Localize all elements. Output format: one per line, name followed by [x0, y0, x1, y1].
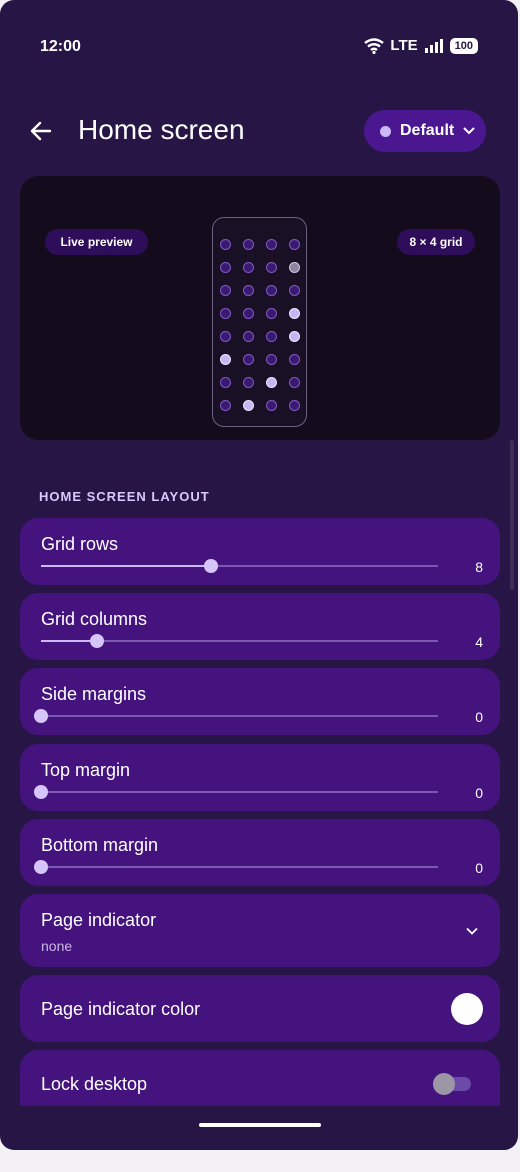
preview-app-icon: [289, 377, 300, 388]
live-preview-badge: Live preview: [45, 229, 148, 255]
preview-app-icon: [243, 262, 254, 273]
page-indicator-setting[interactable]: Page indicator none: [20, 894, 500, 967]
section-title: HOME SCREEN LAYOUT: [39, 489, 210, 504]
preview-phone: [212, 217, 307, 427]
grid-rows-slider[interactable]: [41, 559, 438, 573]
profile-dropdown-button[interactable]: Default: [364, 110, 486, 152]
preview-app-icon: [220, 262, 231, 273]
grid-rows-setting[interactable]: Grid rows 8: [20, 518, 500, 585]
side-margins-value: 0: [475, 709, 483, 725]
live-preview-panel: Live preview 8 × 4 grid: [20, 176, 500, 440]
preview-app-icon: [220, 308, 231, 319]
preview-app-icon: [243, 400, 254, 411]
preview-app-icon: [266, 285, 277, 296]
phone-screen: 12:00 LTE 100 Home screen Default Live p…: [0, 0, 518, 1150]
home-indicator[interactable]: [199, 1123, 321, 1127]
preview-app-icon: [266, 239, 277, 250]
grid-rows-slider-thumb[interactable]: [204, 559, 218, 573]
grid-rows-slider-fill: [41, 565, 211, 567]
profile-label: Default: [400, 122, 455, 139]
top-margin-setting[interactable]: Top margin 0: [20, 744, 500, 811]
grid-rows-label: Grid rows: [41, 534, 119, 554]
preview-app-icon: [266, 400, 277, 411]
top-margin-slider[interactable]: [34, 785, 438, 799]
chevron-down-icon: [466, 927, 478, 935]
preview-app-icon: [289, 308, 300, 319]
preview-app-icon: [266, 354, 277, 365]
lock-desktop-toggle-thumb: [433, 1073, 455, 1095]
preview-app-icon: [289, 262, 300, 273]
bottom-margin-setting[interactable]: Bottom margin 0: [20, 819, 500, 886]
grid-columns-label: Grid columns: [41, 609, 148, 629]
color-swatch[interactable]: [451, 993, 483, 1025]
lock-desktop-toggle[interactable]: [433, 1073, 471, 1095]
battery-icon: 100: [449, 37, 478, 54]
preview-app-icon: [220, 331, 231, 342]
back-arrow-icon[interactable]: [28, 118, 54, 144]
preview-app-icon: [243, 331, 254, 342]
lock-desktop-label: Lock desktop: [41, 1074, 148, 1094]
profile-dot-icon: [380, 125, 391, 137]
bottom-margin-slider-thumb[interactable]: [34, 860, 48, 874]
status-time: 12:00: [40, 38, 81, 55]
preview-app-icon: [243, 354, 254, 365]
preview-app-icon: [289, 285, 300, 296]
grid-columns-setting[interactable]: Grid columns 4: [20, 593, 500, 660]
side-margins-label: Side margins: [41, 684, 147, 704]
network-label: LTE: [390, 37, 418, 54]
grid-columns-slider-thumb[interactable]: [90, 634, 104, 648]
preview-app-icon: [220, 354, 231, 365]
preview-app-icon: [266, 377, 277, 388]
page-title: Home screen: [78, 114, 245, 145]
signal-icon: [424, 38, 443, 53]
bottom-margin-slider[interactable]: [34, 860, 438, 874]
preview-app-icon: [243, 377, 254, 388]
top-margin-label: Top margin: [41, 760, 131, 780]
grid-size-badge: 8 × 4 grid: [397, 229, 475, 255]
scrollbar[interactable]: [510, 440, 514, 590]
bottom-margin-label: Bottom margin: [41, 835, 159, 855]
chevron-down-icon: [463, 127, 475, 135]
preview-app-icon: [243, 308, 254, 319]
preview-app-icon: [266, 262, 277, 273]
preview-app-icon: [266, 331, 277, 342]
preview-app-icon: [243, 285, 254, 296]
preview-app-icon: [243, 239, 254, 250]
wifi-icon: [364, 37, 385, 54]
preview-app-icon: [289, 354, 300, 365]
preview-app-icon: [266, 308, 277, 319]
preview-app-icon: [220, 377, 231, 388]
page-indicator-color-setting[interactable]: Page indicator color: [20, 975, 500, 1042]
side-margins-slider[interactable]: [34, 709, 438, 723]
grid-rows-value: 8: [475, 559, 483, 575]
side-margins-setting[interactable]: Side margins 0: [20, 668, 500, 735]
preview-app-icon: [220, 239, 231, 250]
grid-columns-slider[interactable]: [41, 634, 438, 648]
top-margin-slider-thumb[interactable]: [34, 785, 48, 799]
grid-columns-slider-fill: [41, 640, 97, 642]
preview-app-icon: [289, 400, 300, 411]
lock-desktop-setting[interactable]: Lock desktop: [20, 1050, 500, 1106]
grid-columns-value: 4: [475, 634, 483, 650]
top-margin-value: 0: [475, 785, 483, 801]
preview-app-icon: [220, 400, 231, 411]
preview-app-icon: [220, 285, 231, 296]
bottom-margin-value: 0: [475, 860, 483, 876]
preview-app-icon: [289, 239, 300, 250]
page-indicator-color-label: Page indicator color: [41, 999, 201, 1019]
preview-app-icon: [289, 331, 300, 342]
page-indicator-value: none: [41, 938, 73, 954]
side-margins-slider-thumb[interactable]: [34, 709, 48, 723]
status-icons: LTE 100: [364, 37, 478, 54]
page-indicator-label: Page indicator: [41, 910, 157, 930]
